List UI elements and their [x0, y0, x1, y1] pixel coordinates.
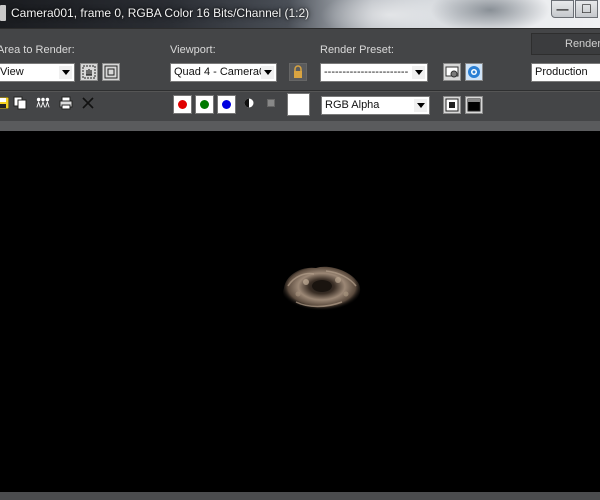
- render-mode-value: Production: [535, 66, 588, 78]
- chevron-down-icon: [412, 66, 425, 79]
- red-channel-icon: [178, 100, 187, 109]
- environment-icon: [445, 66, 459, 78]
- blue-channel-toggle[interactable]: [217, 95, 236, 114]
- render-mode-dropdown[interactable]: Production: [531, 63, 600, 82]
- viewport-dropdown[interactable]: Quad 4 - Camera0: [170, 63, 277, 82]
- app-icon[interactable]: [0, 5, 6, 21]
- window-title: Camera001, frame 0, RGBA Color 16 Bits/C…: [11, 6, 310, 20]
- viewport-value: Quad 4 - Camera0: [174, 66, 266, 78]
- toolbar-divider: [0, 90, 600, 92]
- toggle-ui-overlays-icon: [445, 98, 459, 112]
- render-button-label: Render: [565, 38, 600, 50]
- copy-icon: [13, 96, 27, 110]
- save-image-button[interactable]: [0, 96, 10, 110]
- print-icon: [59, 96, 73, 110]
- render-preset-dropdown[interactable]: -----------------------: [320, 63, 428, 82]
- title-bar: Camera001, frame 0, RGBA Color 16 Bits/C…: [0, 0, 600, 28]
- channel-display-value: RGB Alpha: [325, 99, 380, 111]
- green-channel-icon: [200, 100, 209, 109]
- rendered-crater-image: [283, 266, 361, 311]
- print-image-button[interactable]: [59, 96, 73, 110]
- render-settings-icon: [468, 66, 480, 78]
- toolbar-bottom-edge: [0, 121, 600, 131]
- auto-region-icon: [104, 65, 118, 79]
- render-toolbar: Area to Render: View Viewport: Quad 4 - …: [0, 28, 600, 121]
- chevron-down-icon: [261, 66, 274, 79]
- viewport-label: Viewport:: [170, 44, 216, 56]
- clone-icon: [36, 97, 50, 108]
- red-channel-toggle[interactable]: [173, 95, 192, 114]
- chevron-down-icon: [414, 99, 427, 112]
- lock-viewport-button[interactable]: [289, 63, 307, 81]
- channel-display-dropdown[interactable]: RGB Alpha: [321, 96, 430, 115]
- toggle-ui-icon: [467, 98, 481, 112]
- area-to-render-value: View: [0, 66, 24, 78]
- render-setup-button[interactable]: [465, 63, 483, 81]
- toggle-ui-button[interactable]: [465, 96, 483, 114]
- area-to-render-dropdown[interactable]: View: [0, 63, 75, 82]
- clear-channel-icon: [267, 99, 275, 107]
- clear-channel-button[interactable]: [264, 96, 278, 110]
- save-icon: [0, 97, 9, 109]
- render-preset-label: Render Preset:: [320, 44, 394, 56]
- render-preset-value: -----------------------: [324, 66, 409, 78]
- green-channel-toggle[interactable]: [195, 95, 214, 114]
- render-frame-viewport[interactable]: [0, 131, 600, 492]
- toggle-ui-overlays-button[interactable]: [443, 96, 461, 114]
- edit-region-button[interactable]: [80, 63, 98, 81]
- title-bar-sky-cloud-dark: [430, 0, 550, 28]
- chevron-down-icon: [59, 66, 72, 79]
- clear-icon: [82, 97, 94, 109]
- area-to-render-label: Area to Render:: [0, 44, 75, 56]
- color-swatch[interactable]: [287, 93, 310, 116]
- mono-icon: [244, 98, 254, 108]
- maximize-button[interactable]: ☐: [575, 0, 598, 18]
- blue-channel-icon: [222, 100, 231, 109]
- clone-window-button[interactable]: [36, 96, 50, 110]
- copy-image-button[interactable]: [13, 96, 27, 110]
- auto-region-button[interactable]: [102, 63, 120, 81]
- monochrome-toggle[interactable]: [242, 96, 256, 110]
- environment-effects-button[interactable]: [443, 63, 461, 81]
- clear-image-button[interactable]: [81, 96, 95, 110]
- lock-icon: [294, 65, 302, 78]
- frame-bottom-border: [0, 492, 600, 500]
- edit-region-icon: [82, 65, 96, 79]
- minimize-button[interactable]: —: [551, 0, 574, 18]
